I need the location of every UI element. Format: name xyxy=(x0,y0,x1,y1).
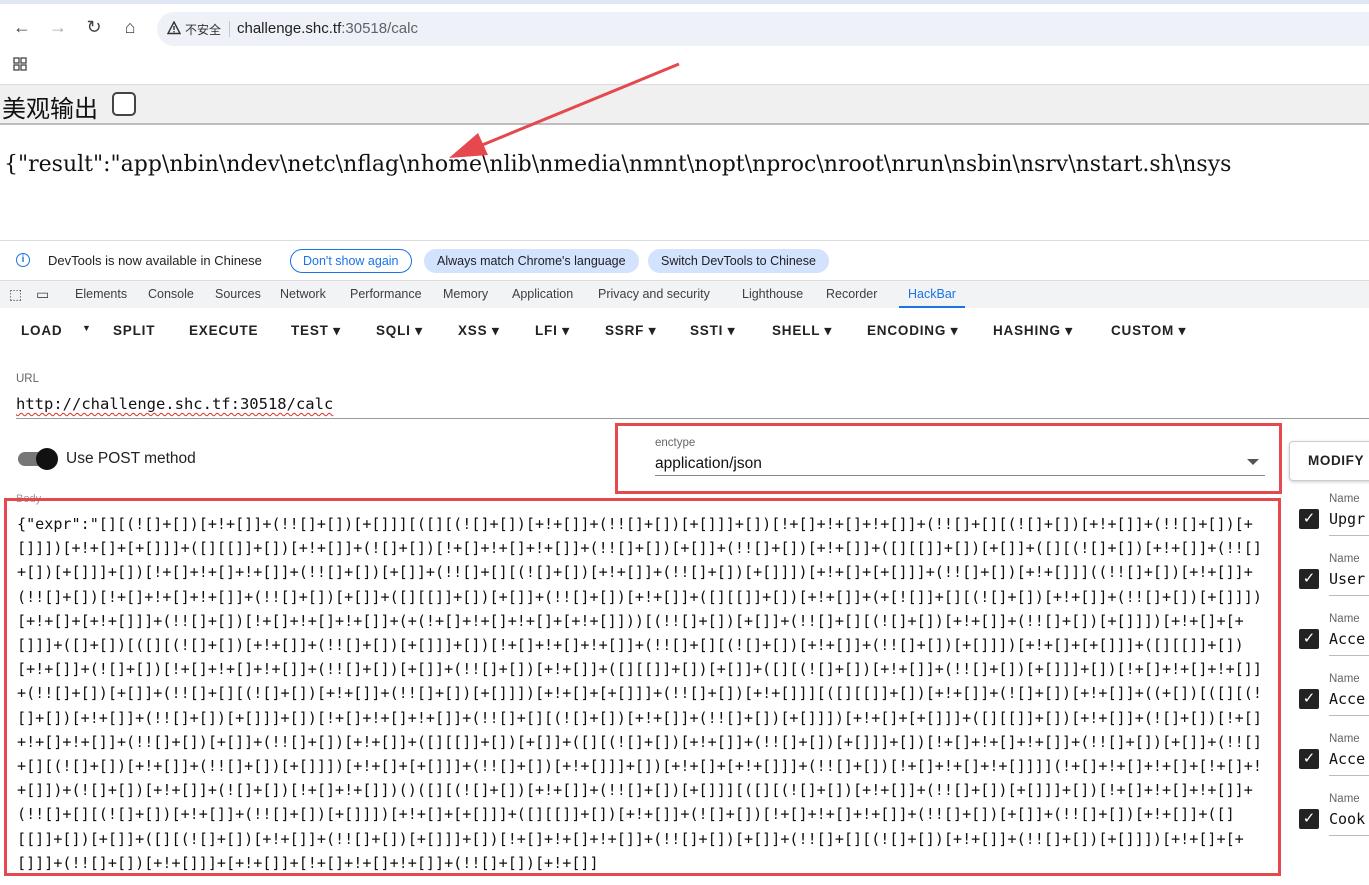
xss-menu[interactable]: XSS ▾ xyxy=(458,323,500,339)
url-host: challenge.shc.tf xyxy=(237,20,342,37)
lfi-menu[interactable]: LFI ▾ xyxy=(535,323,570,339)
load-dropdown-icon[interactable]: ▼ xyxy=(82,323,91,333)
post-toggle-switch[interactable] xyxy=(36,448,58,470)
tab-network[interactable]: Network xyxy=(280,287,326,301)
header-name-input[interactable]: Cook xyxy=(1329,810,1365,828)
url-field-label: URL xyxy=(16,373,40,385)
dont-show-again-button[interactable]: Don't show again xyxy=(290,249,412,273)
header-name-label: Name xyxy=(1329,493,1360,505)
enctype-select[interactable]: application/json xyxy=(655,455,762,473)
header-name-label: Name xyxy=(1329,553,1360,565)
url-input[interactable]: http://challenge.shc.tf:30518/calc xyxy=(16,395,333,413)
forward-arrow-icon[interactable]: → xyxy=(45,14,71,40)
post-method-label: Use POST method xyxy=(66,450,196,467)
tab-elements[interactable]: Elements xyxy=(75,287,127,301)
tab-privacy-and-security[interactable]: Privacy and security xyxy=(598,287,710,301)
tab-lighthouse[interactable]: Lighthouse xyxy=(742,287,803,301)
address-bar[interactable]: 不安全 challenge.shc.tf:30518/calc xyxy=(157,12,1369,46)
tab-recorder[interactable]: Recorder xyxy=(826,287,877,301)
address-url[interactable]: challenge.shc.tf:30518/calc xyxy=(237,20,418,37)
tab-console[interactable]: Console xyxy=(148,287,194,301)
info-icon: i xyxy=(16,253,30,267)
not-secure-label: 不安全 xyxy=(185,23,222,37)
header-name-underline xyxy=(1329,775,1369,776)
reload-icon[interactable]: ↻ xyxy=(81,14,107,40)
pretty-output-label: 美观输出 xyxy=(2,95,98,123)
header-name-input[interactable]: Acce xyxy=(1329,630,1365,648)
header-enabled-checkbox[interactable]: ✓ xyxy=(1299,689,1319,709)
header-name-input[interactable]: Upgr xyxy=(1329,510,1365,528)
split-button[interactable]: SPLIT xyxy=(113,323,155,338)
enctype-label: enctype xyxy=(655,437,696,449)
pretty-output-checkbox[interactable] xyxy=(112,92,136,116)
header-name-label: Name xyxy=(1329,793,1360,805)
header-row: ✓ Name Upgr xyxy=(1297,493,1369,551)
url-input-underline xyxy=(16,418,1369,419)
warning-icon xyxy=(167,21,181,35)
header-row: ✓ Name Acce xyxy=(1297,613,1369,671)
shell-menu[interactable]: SHELL ▾ xyxy=(772,323,832,339)
browser-toolbar: ← → ↻ ⌂ 不安全 challenge.shc.tf:30518/calc xyxy=(0,0,1369,54)
header-name-label: Name xyxy=(1329,613,1360,625)
back-arrow-icon[interactable]: ← xyxy=(9,14,35,40)
home-icon[interactable]: ⌂ xyxy=(117,14,143,40)
header-name-label: Name xyxy=(1329,673,1360,685)
apps-grid-icon[interactable] xyxy=(13,57,27,71)
header-name-input[interactable]: User xyxy=(1329,570,1365,588)
tab-application[interactable]: Application xyxy=(512,287,573,301)
bookmarks-bar xyxy=(0,54,1369,85)
inspect-element-icon[interactable]: ⬚ xyxy=(9,286,22,303)
header-enabled-checkbox[interactable]: ✓ xyxy=(1299,749,1319,769)
header-name-input[interactable]: Acce xyxy=(1329,750,1365,768)
pretty-output-bar: 美观输出 xyxy=(0,85,1369,125)
tab-performance[interactable]: Performance xyxy=(350,287,422,301)
modify-button[interactable]: MODIFY xyxy=(1289,441,1369,481)
header-enabled-checkbox[interactable]: ✓ xyxy=(1299,629,1319,649)
modify-button-label: MODIFY xyxy=(1308,453,1365,468)
result-output: {"result":"app\nbin\ndev\netc\nflag\nhom… xyxy=(4,152,1232,177)
header-name-underline xyxy=(1329,715,1369,716)
header-name-underline xyxy=(1329,535,1369,536)
load-button[interactable]: LOAD xyxy=(21,323,62,338)
header-row: ✓ Name Acce xyxy=(1297,673,1369,731)
ssrf-menu[interactable]: SSRF ▾ xyxy=(605,323,656,339)
hackbar-menu: LOAD ▼ SPLIT EXECUTE TEST ▾ SQLI ▾ XSS ▾… xyxy=(0,308,1369,352)
devtools-language-infobar: i DevTools is now available in Chinese D… xyxy=(0,240,1369,281)
header-row: ✓ Name Acce xyxy=(1297,733,1369,791)
infobar-message: DevTools is now available in Chinese xyxy=(48,253,262,268)
enctype-underline xyxy=(655,475,1265,476)
ssti-menu[interactable]: SSTI ▾ xyxy=(690,323,735,339)
omnibox-divider xyxy=(229,21,230,37)
custom-menu[interactable]: CUSTOM ▾ xyxy=(1111,323,1186,339)
header-enabled-checkbox[interactable]: ✓ xyxy=(1299,569,1319,589)
header-name-underline xyxy=(1329,595,1369,596)
tab-memory[interactable]: Memory xyxy=(443,287,488,301)
header-name-underline xyxy=(1329,835,1369,836)
header-row: ✓ Name User xyxy=(1297,553,1369,611)
enctype-dropdown-icon[interactable] xyxy=(1247,459,1259,465)
header-enabled-checkbox[interactable]: ✓ xyxy=(1299,809,1319,829)
encoding-menu[interactable]: ENCODING ▾ xyxy=(867,323,958,339)
header-enabled-checkbox[interactable]: ✓ xyxy=(1299,509,1319,529)
tab-hackbar[interactable]: HackBar xyxy=(908,287,956,301)
execute-button[interactable]: EXECUTE xyxy=(189,323,258,338)
switch-to-chinese-button[interactable]: Switch DevTools to Chinese xyxy=(648,249,829,273)
devtools-tabbar: ⬚ ▭ Elements Console Sources Network Per… xyxy=(0,280,1369,309)
match-language-button[interactable]: Always match Chrome's language xyxy=(424,249,639,273)
header-name-underline xyxy=(1329,655,1369,656)
test-menu[interactable]: TEST ▾ xyxy=(291,323,341,339)
hashing-menu[interactable]: HASHING ▾ xyxy=(993,323,1073,339)
body-textarea[interactable]: {"expr":"[][(![]+[])[+!+[]]+(!![]+[])[+[… xyxy=(17,512,1262,885)
header-row: ✓ Name Cook xyxy=(1297,793,1369,851)
header-name-input[interactable]: Acce xyxy=(1329,690,1365,708)
url-path: :30518/calc xyxy=(341,20,418,37)
header-name-label: Name xyxy=(1329,733,1360,745)
tab-sources[interactable]: Sources xyxy=(215,287,261,301)
device-toolbar-icon[interactable]: ▭ xyxy=(36,286,49,303)
sqli-menu[interactable]: SQLI ▾ xyxy=(376,323,423,339)
